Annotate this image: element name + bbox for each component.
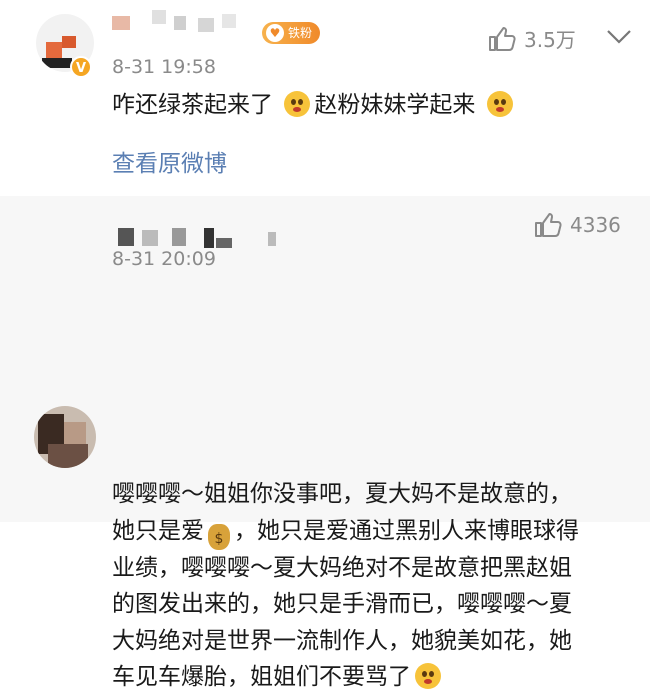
comment-line: 车见车爆胎，姐姐们不要骂了 — [112, 659, 632, 696]
view-original-post-link[interactable]: 查看原微博 — [112, 144, 227, 178]
comment-text-part: 车见车爆胎，姐姐们不要骂了 — [112, 664, 411, 690]
pleading-face-emoji-icon — [284, 91, 311, 117]
like-button[interactable]: 3.5万 — [488, 24, 576, 53]
heart-icon: ♥ — [266, 24, 284, 42]
comment-text-part: 她只是爱 — [112, 517, 204, 544]
comment-line: 嘤嘤嘤～姐姐你没事吧，夏大妈不是故意的， — [112, 481, 572, 507]
pleading-face-emoji-icon — [486, 91, 513, 117]
comment-card-1: V ♥ 铁粉 8-31 19:58 3.5万 咋还绿茶起来了 赵粉妹妹学起来 查… — [0, 0, 650, 196]
comment-text: 咋还绿茶起来了 赵粉妹妹学起来 — [112, 86, 517, 124]
comment-line: 的图发出来的，她只是手滑而已，嘤嘤嘤～夏 — [112, 591, 572, 617]
fan-badge: ♥ 铁粉 — [262, 22, 321, 44]
comment-line: 业绩，嘤嘤嘤～夏大妈绝对不是故意把黑赵姐 — [112, 554, 572, 581]
like-button[interactable]: 4336 — [534, 212, 621, 238]
fan-badge-label: 铁粉 — [288, 26, 313, 40]
like-count: 4336 — [570, 213, 621, 237]
money-bag-emoji-icon: $ — [208, 523, 230, 550]
comment-time: 8-31 19:58 — [112, 56, 216, 78]
comment-line: 她只是爱 $ ，她只是爱通过黑别人来博眼球得 — [112, 513, 632, 550]
thumbs-up-icon — [535, 213, 562, 237]
comment-text-part: 咋还绿茶起来了 — [112, 92, 273, 118]
comment-time: 8-31 20:09 — [112, 248, 216, 270]
comment-text-part: ，她只是爱通过黑别人来博眼球得 — [234, 517, 579, 544]
comment-text: 嘤嘤嘤～姐姐你没事吧，夏大妈不是故意的， 她只是爱 $ ，她只是爱通过黑别人来博眼球… — [112, 476, 632, 696]
comment-text-part: 赵粉妹妹学起来 — [314, 92, 476, 118]
like-count: 3.5万 — [524, 28, 576, 52]
chevron-down-icon[interactable] — [606, 28, 632, 46]
thumbs-up-icon — [489, 26, 516, 51]
verified-badge-icon: V — [70, 56, 92, 78]
pleading-face-emoji-icon — [415, 663, 441, 689]
username-blurred[interactable] — [112, 6, 257, 40]
comment-line: 大妈绝对是世界一流制作人，她貌美如花，她 — [112, 627, 572, 654]
username-blurred[interactable] — [112, 224, 282, 250]
comment-card-2: 8-31 20:09 4336 嘤嘤嘤～姐姐你没事吧，夏大妈不是故意的， 她只是… — [0, 196, 650, 690]
avatar[interactable] — [34, 406, 96, 468]
